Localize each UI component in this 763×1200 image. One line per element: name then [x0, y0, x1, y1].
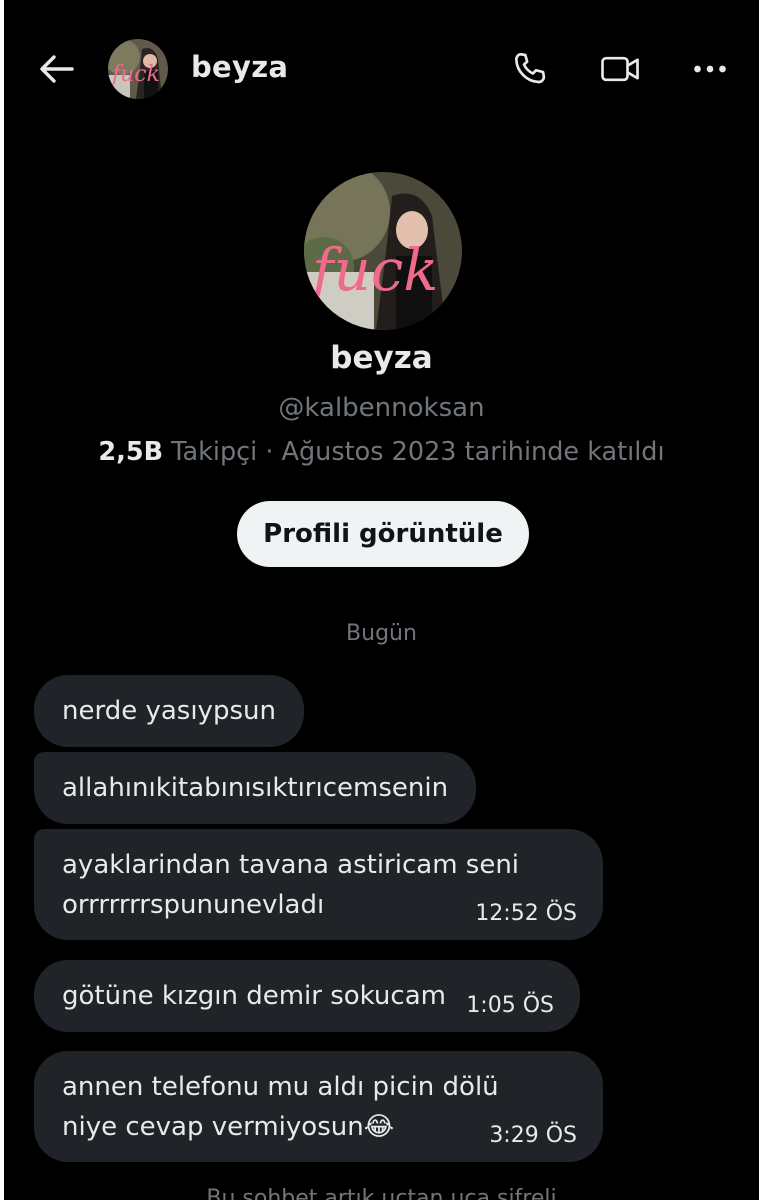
profile-handle: @kalbennoksan: [278, 393, 485, 423]
header-avatar[interactable]: fuck: [108, 39, 168, 99]
message-text: ayaklarindan tavana astiricam seni: [62, 850, 520, 880]
arrow-left-icon: [40, 55, 74, 83]
svg-text:fuck: fuck: [308, 236, 438, 304]
avatar-image: fuck: [304, 172, 462, 330]
message-timestamp: 12:52 ÖS: [475, 901, 577, 926]
message-bubble[interactable]: ayaklarindan tavana astiricam seni orrrr…: [34, 829, 603, 940]
message-bubble[interactable]: götüne kızgın demir sokucam 1:05 ÖS: [34, 960, 580, 1032]
followers-count[interactable]: 2,5B: [98, 437, 163, 467]
call-button[interactable]: [508, 47, 552, 91]
video-camera-icon: [601, 56, 639, 82]
message-timestamp: 1:05 ÖS: [466, 993, 554, 1018]
message-text: nerde yasıypsun: [62, 696, 276, 726]
message-timestamp: 3:29 ÖS: [489, 1123, 577, 1148]
message-bubble[interactable]: annen telefonu mu aldı picin dölü niye c…: [34, 1051, 603, 1162]
phone-icon: [515, 53, 546, 84]
more-options-button[interactable]: [688, 47, 732, 91]
avatar-image: fuck: [108, 39, 168, 99]
followers-and-join-date: Takipçi · Ağustos 2023 tarihinde katıldı: [163, 437, 665, 467]
svg-text:fuck: fuck: [110, 62, 160, 87]
view-profile-button[interactable]: Profili görüntüle: [237, 501, 529, 567]
message-bubble[interactable]: allahınıkitabınısıktırıcemsenin: [34, 752, 477, 824]
profile-meta: 2,5B Takipçi · Ağustos 2023 tarihinde ka…: [4, 437, 759, 467]
profile-name: beyza: [330, 340, 433, 376]
dm-screen: fuck beyza fuck beyza @kalbennoksan 2,5B…: [4, 0, 759, 1200]
video-call-button[interactable]: [598, 47, 642, 91]
encryption-note: Bu sohbet artık uçtan uca şifreli: [206, 1186, 557, 1200]
conversation-header: fuck beyza: [4, 0, 759, 138]
more-horizontal-icon: [694, 65, 726, 73]
day-separator: Bugün: [346, 621, 417, 646]
back-button[interactable]: [36, 49, 76, 89]
message-text: annen telefonu mu aldı picin dölü: [62, 1072, 499, 1102]
header-username[interactable]: beyza: [191, 50, 288, 84]
message-bubble[interactable]: nerde yasıypsun: [34, 675, 304, 747]
message-text: allahınıkitabınısıktırıcemsenin: [62, 773, 449, 803]
profile-avatar[interactable]: fuck: [304, 172, 462, 330]
